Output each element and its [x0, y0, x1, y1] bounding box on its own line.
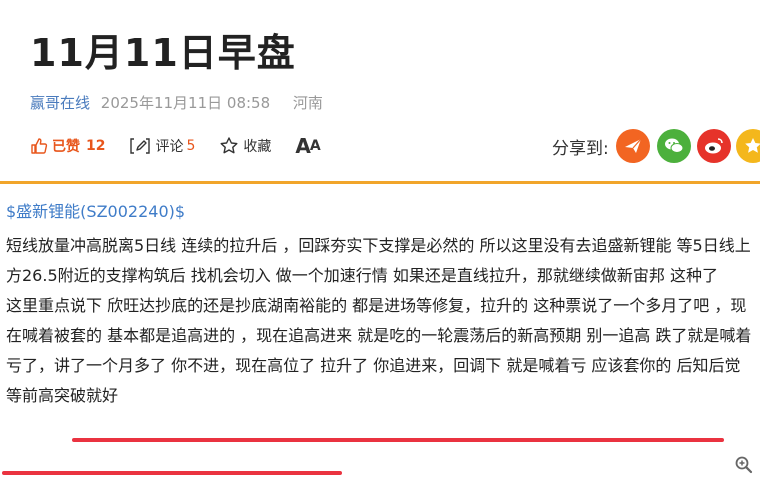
red-underline-annotation [72, 438, 724, 442]
thumbs-up-icon [31, 138, 48, 154]
wechat-icon [665, 138, 684, 153]
favorite-label: 收藏 [243, 139, 272, 155]
article-title: 11月11日早盘 [30, 31, 296, 75]
paragraph-2: 这里重点说下 欣旺达抄底的还是抄底湖南裕能的 都是进场等修复，拉升的 这种票说了… [6, 296, 752, 405]
comment-edit-icon [130, 138, 151, 154]
share-weibo-button[interactable] [697, 129, 731, 163]
paper-plane-icon [625, 138, 642, 153]
red-underline-annotation [2, 471, 342, 475]
author-link[interactable]: 赢哥在线 [30, 94, 90, 112]
location: 河南 [292, 94, 323, 112]
star-icon [220, 137, 238, 154]
share-wechat-button[interactable] [657, 129, 691, 163]
comment-count: 5 [186, 138, 196, 154]
action-bar: 已赞 12 评论 5 收藏 AA [30, 134, 344, 158]
like-count: 12 [86, 138, 106, 154]
like-label: 已赞 [52, 139, 80, 155]
like-button[interactable]: 已赞 12 [30, 136, 105, 156]
stock-tag-link[interactable]: $盛新锂能(SZ002240)$ [6, 197, 756, 227]
share-label: 分享到: [552, 139, 609, 159]
share-qzone-button[interactable] [736, 129, 760, 163]
comment-label: 评论 [155, 139, 184, 155]
font-size-button[interactable]: AA [295, 134, 321, 158]
font-size-label-large: A [295, 134, 311, 158]
qzone-star-icon [745, 138, 760, 153]
paragraph-1: 短线放量冲高脱离5日线 连续的拉升后 ，回踩夯实下支撑是必然的 所以这里没有去追… [6, 236, 751, 285]
article-meta: 赢哥在线 2025年11月11日 08:58 河南 [30, 92, 323, 113]
publish-datetime: 2025年11月11日 08:58 [100, 94, 271, 112]
article-content: $盛新锂能(SZ002240)$ 短线放量冲高脱离5日线 连续的拉升后 ，回踩夯… [6, 197, 756, 411]
weibo-icon [705, 138, 723, 154]
zoom-in-icon[interactable] [734, 455, 754, 475]
comment-button[interactable]: 评论 5 [129, 136, 195, 156]
favorite-button[interactable]: 收藏 [219, 136, 271, 156]
header-divider [0, 181, 760, 184]
share-paper-plane-button[interactable] [616, 129, 650, 163]
font-size-label-small: A [309, 138, 321, 154]
